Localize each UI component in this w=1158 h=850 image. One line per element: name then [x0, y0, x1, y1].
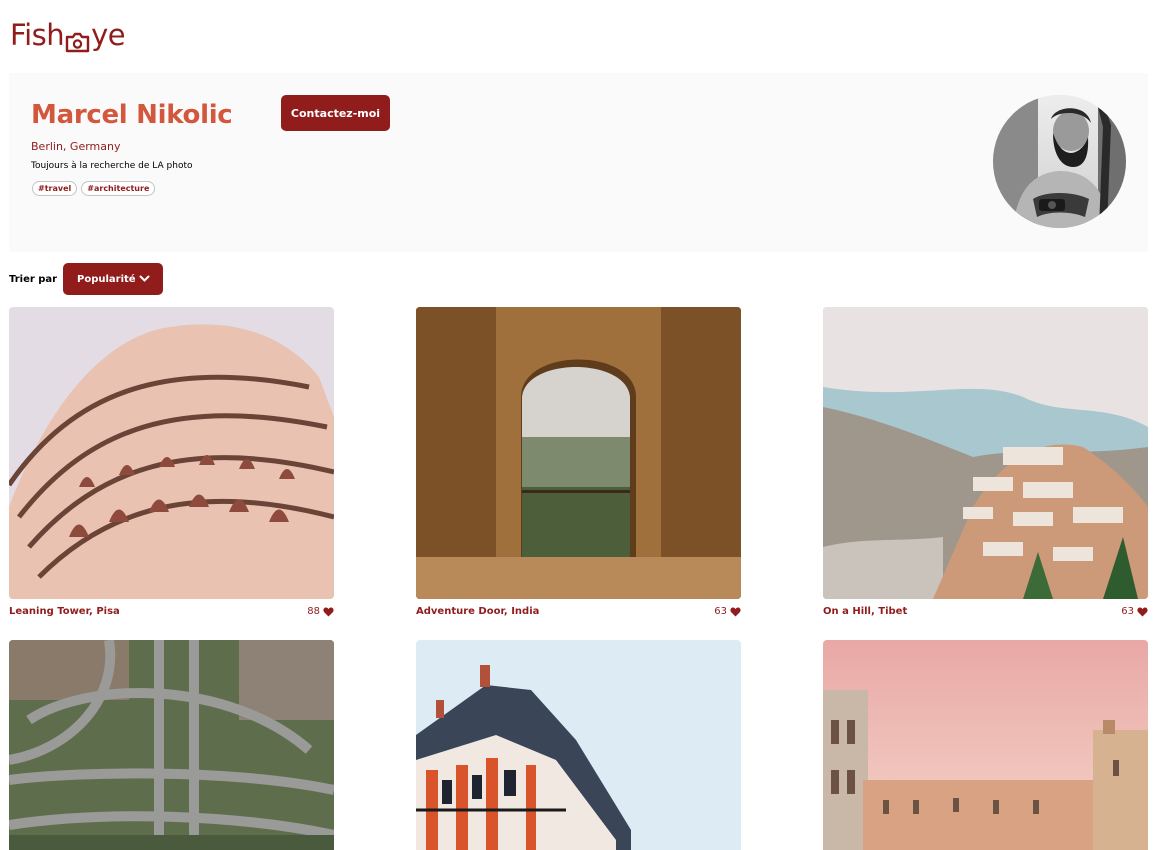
- photographer-header: Marcel Nikolic Berlin, Germany Toujours …: [9, 73, 1148, 252]
- heart-icon[interactable]: [323, 607, 334, 617]
- media-thumbnail-highway[interactable]: [9, 640, 334, 850]
- media-thumbnail-building[interactable]: [416, 640, 741, 850]
- media-thumbnail-door[interactable]: [416, 307, 741, 599]
- media-thumbnail-venice[interactable]: [823, 640, 1148, 850]
- media-card[interactable]: Leaning Tower, Pisa 88: [9, 307, 334, 627]
- media-thumbnail-pisa[interactable]: [9, 307, 334, 599]
- heart-icon[interactable]: [730, 607, 741, 617]
- tag-list: #travel #architecture: [32, 181, 156, 196]
- tag-architecture[interactable]: #architecture: [81, 181, 156, 196]
- media-thumbnail-tibet[interactable]: [823, 307, 1148, 599]
- sort-selected-value: Popularité: [77, 273, 136, 285]
- media-card[interactable]: [823, 640, 1148, 850]
- photographer-location: Berlin, Germany: [31, 140, 121, 153]
- like-count: 63: [714, 606, 727, 617]
- photographer-avatar: [993, 95, 1126, 228]
- camera-icon: [65, 26, 90, 52]
- like-count: 88: [307, 606, 320, 617]
- chevron-down-icon: [139, 275, 150, 282]
- like-counter[interactable]: 88: [307, 606, 334, 617]
- media-title: On a Hill, Tibet: [823, 606, 908, 617]
- heart-icon[interactable]: [1137, 607, 1148, 617]
- media-card[interactable]: [9, 640, 334, 850]
- media-card[interactable]: Adventure Door, India 63: [416, 307, 741, 627]
- media-card[interactable]: [416, 640, 741, 850]
- sort-dropdown[interactable]: Popularité: [63, 263, 163, 295]
- like-counter[interactable]: 63: [714, 606, 741, 617]
- media-title: Leaning Tower, Pisa: [9, 606, 120, 617]
- photographer-name: Marcel Nikolic: [31, 100, 233, 130]
- media-title: Adventure Door, India: [416, 606, 540, 617]
- tag-travel[interactable]: #travel: [32, 181, 78, 196]
- photographer-tagline: Toujours à la recherche de LA photo: [31, 161, 193, 171]
- sort-label: Trier par: [9, 274, 58, 285]
- contact-button[interactable]: Contactez-moi: [281, 95, 390, 131]
- like-count: 63: [1121, 606, 1134, 617]
- like-counter[interactable]: 63: [1121, 606, 1148, 617]
- logo-text-right: ye: [91, 18, 126, 52]
- fisheye-logo[interactable]: Fish ye: [10, 17, 126, 53]
- logo-text-left: Fish: [10, 18, 65, 52]
- media-card[interactable]: On a Hill, Tibet 63: [823, 307, 1148, 627]
